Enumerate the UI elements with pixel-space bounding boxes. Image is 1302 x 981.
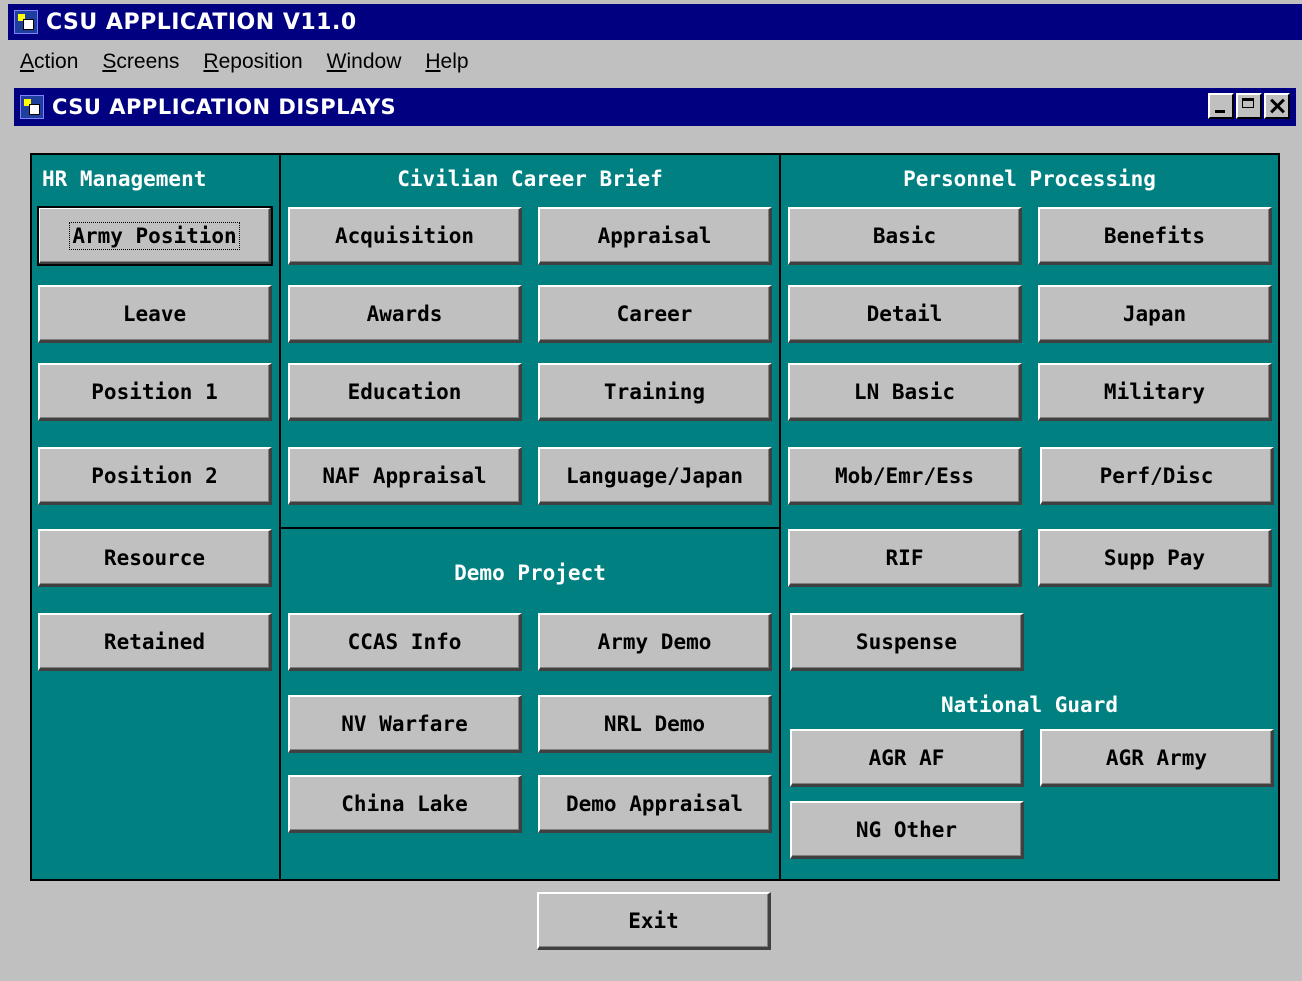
window-controls [1208, 93, 1290, 119]
perf-disc-button[interactable]: Perf/Disc [1040, 447, 1274, 505]
japan-button[interactable]: Japan [1038, 285, 1272, 343]
basic-button[interactable]: Basic [788, 207, 1022, 265]
resource-button[interactable]: Resource [38, 529, 272, 587]
ln-basic-button[interactable]: LN Basic [788, 363, 1022, 421]
military-button[interactable]: Military [1038, 363, 1272, 421]
menu-reposition[interactable]: Reposition [203, 50, 302, 74]
naf-appraisal-button[interactable]: NAF Appraisal [288, 447, 522, 505]
national-guard-title: National Guard [940, 693, 1118, 717]
position-2-button[interactable]: Position 2 [38, 447, 272, 505]
menu-help[interactable]: Help [425, 50, 468, 74]
window-icon [20, 95, 44, 119]
exit-button[interactable]: Exit [537, 892, 771, 950]
ng-other-button[interactable]: NG Other [790, 801, 1024, 859]
retained-button[interactable]: Retained [38, 613, 272, 671]
ccas-info-button[interactable]: CCAS Info [288, 613, 522, 671]
menu-screens[interactable]: Screens [102, 50, 179, 74]
rif-button[interactable]: RIF [788, 529, 1022, 587]
detail-button[interactable]: Detail [788, 285, 1022, 343]
china-lake-button[interactable]: China Lake [288, 775, 522, 833]
appraisal-button[interactable]: Appraisal [538, 207, 772, 265]
window-title: CSU APPLICATION DISPLAYS [52, 95, 397, 119]
benefits-button[interactable]: Benefits [1038, 207, 1272, 265]
suspense-button[interactable]: Suspense [790, 613, 1024, 671]
nv-warfare-button[interactable]: NV Warfare [288, 695, 522, 753]
menu-action[interactable]: Action [20, 50, 78, 74]
army-position-button[interactable]: Army Position [37, 206, 273, 266]
position-1-button[interactable]: Position 1 [38, 363, 272, 421]
demo-appraisal-button[interactable]: Demo Appraisal [538, 775, 772, 833]
menu-window[interactable]: Window [327, 50, 402, 74]
divider [281, 527, 779, 529]
close-icon[interactable] [1264, 93, 1290, 119]
displays-panel: HR Management Army Position Leave Positi… [30, 153, 1280, 881]
minimize-icon[interactable] [1208, 93, 1234, 119]
training-button[interactable]: Training [538, 363, 772, 421]
civilian-career-brief-title: Civilian Career Brief [397, 167, 663, 191]
app-icon [14, 10, 38, 34]
app-title: CSU APPLICATION V11.0 [46, 9, 357, 35]
menu-bar: Action Screens Reposition Window Help [8, 44, 1298, 80]
agr-af-button[interactable]: AGR AF [790, 729, 1024, 787]
language-japan-button[interactable]: Language/Japan [538, 447, 772, 505]
demo-project-title: Demo Project [454, 561, 606, 585]
education-button[interactable]: Education [288, 363, 522, 421]
personnel-processing-title: Personnel Processing [903, 167, 1156, 191]
mob-emr-ess-button[interactable]: Mob/Emr/Ess [788, 447, 1022, 505]
supp-pay-button[interactable]: Supp Pay [1038, 529, 1272, 587]
awards-button[interactable]: Awards [288, 285, 522, 343]
divider [279, 155, 281, 879]
army-demo-button[interactable]: Army Demo [538, 613, 772, 671]
leave-button[interactable]: Leave [38, 285, 272, 343]
window-title-bar: CSU APPLICATION DISPLAYS [14, 88, 1296, 126]
app-title-bar: CSU APPLICATION V11.0 [8, 4, 1302, 40]
nrl-demo-button[interactable]: NRL Demo [538, 695, 772, 753]
career-button[interactable]: Career [538, 285, 772, 343]
maximize-icon[interactable] [1236, 93, 1262, 119]
divider [779, 155, 781, 879]
acquisition-button[interactable]: Acquisition [288, 207, 522, 265]
hr-management-title: HR Management [42, 167, 207, 191]
agr-army-button[interactable]: AGR Army [1040, 729, 1274, 787]
button-label: Army Position [69, 221, 240, 250]
